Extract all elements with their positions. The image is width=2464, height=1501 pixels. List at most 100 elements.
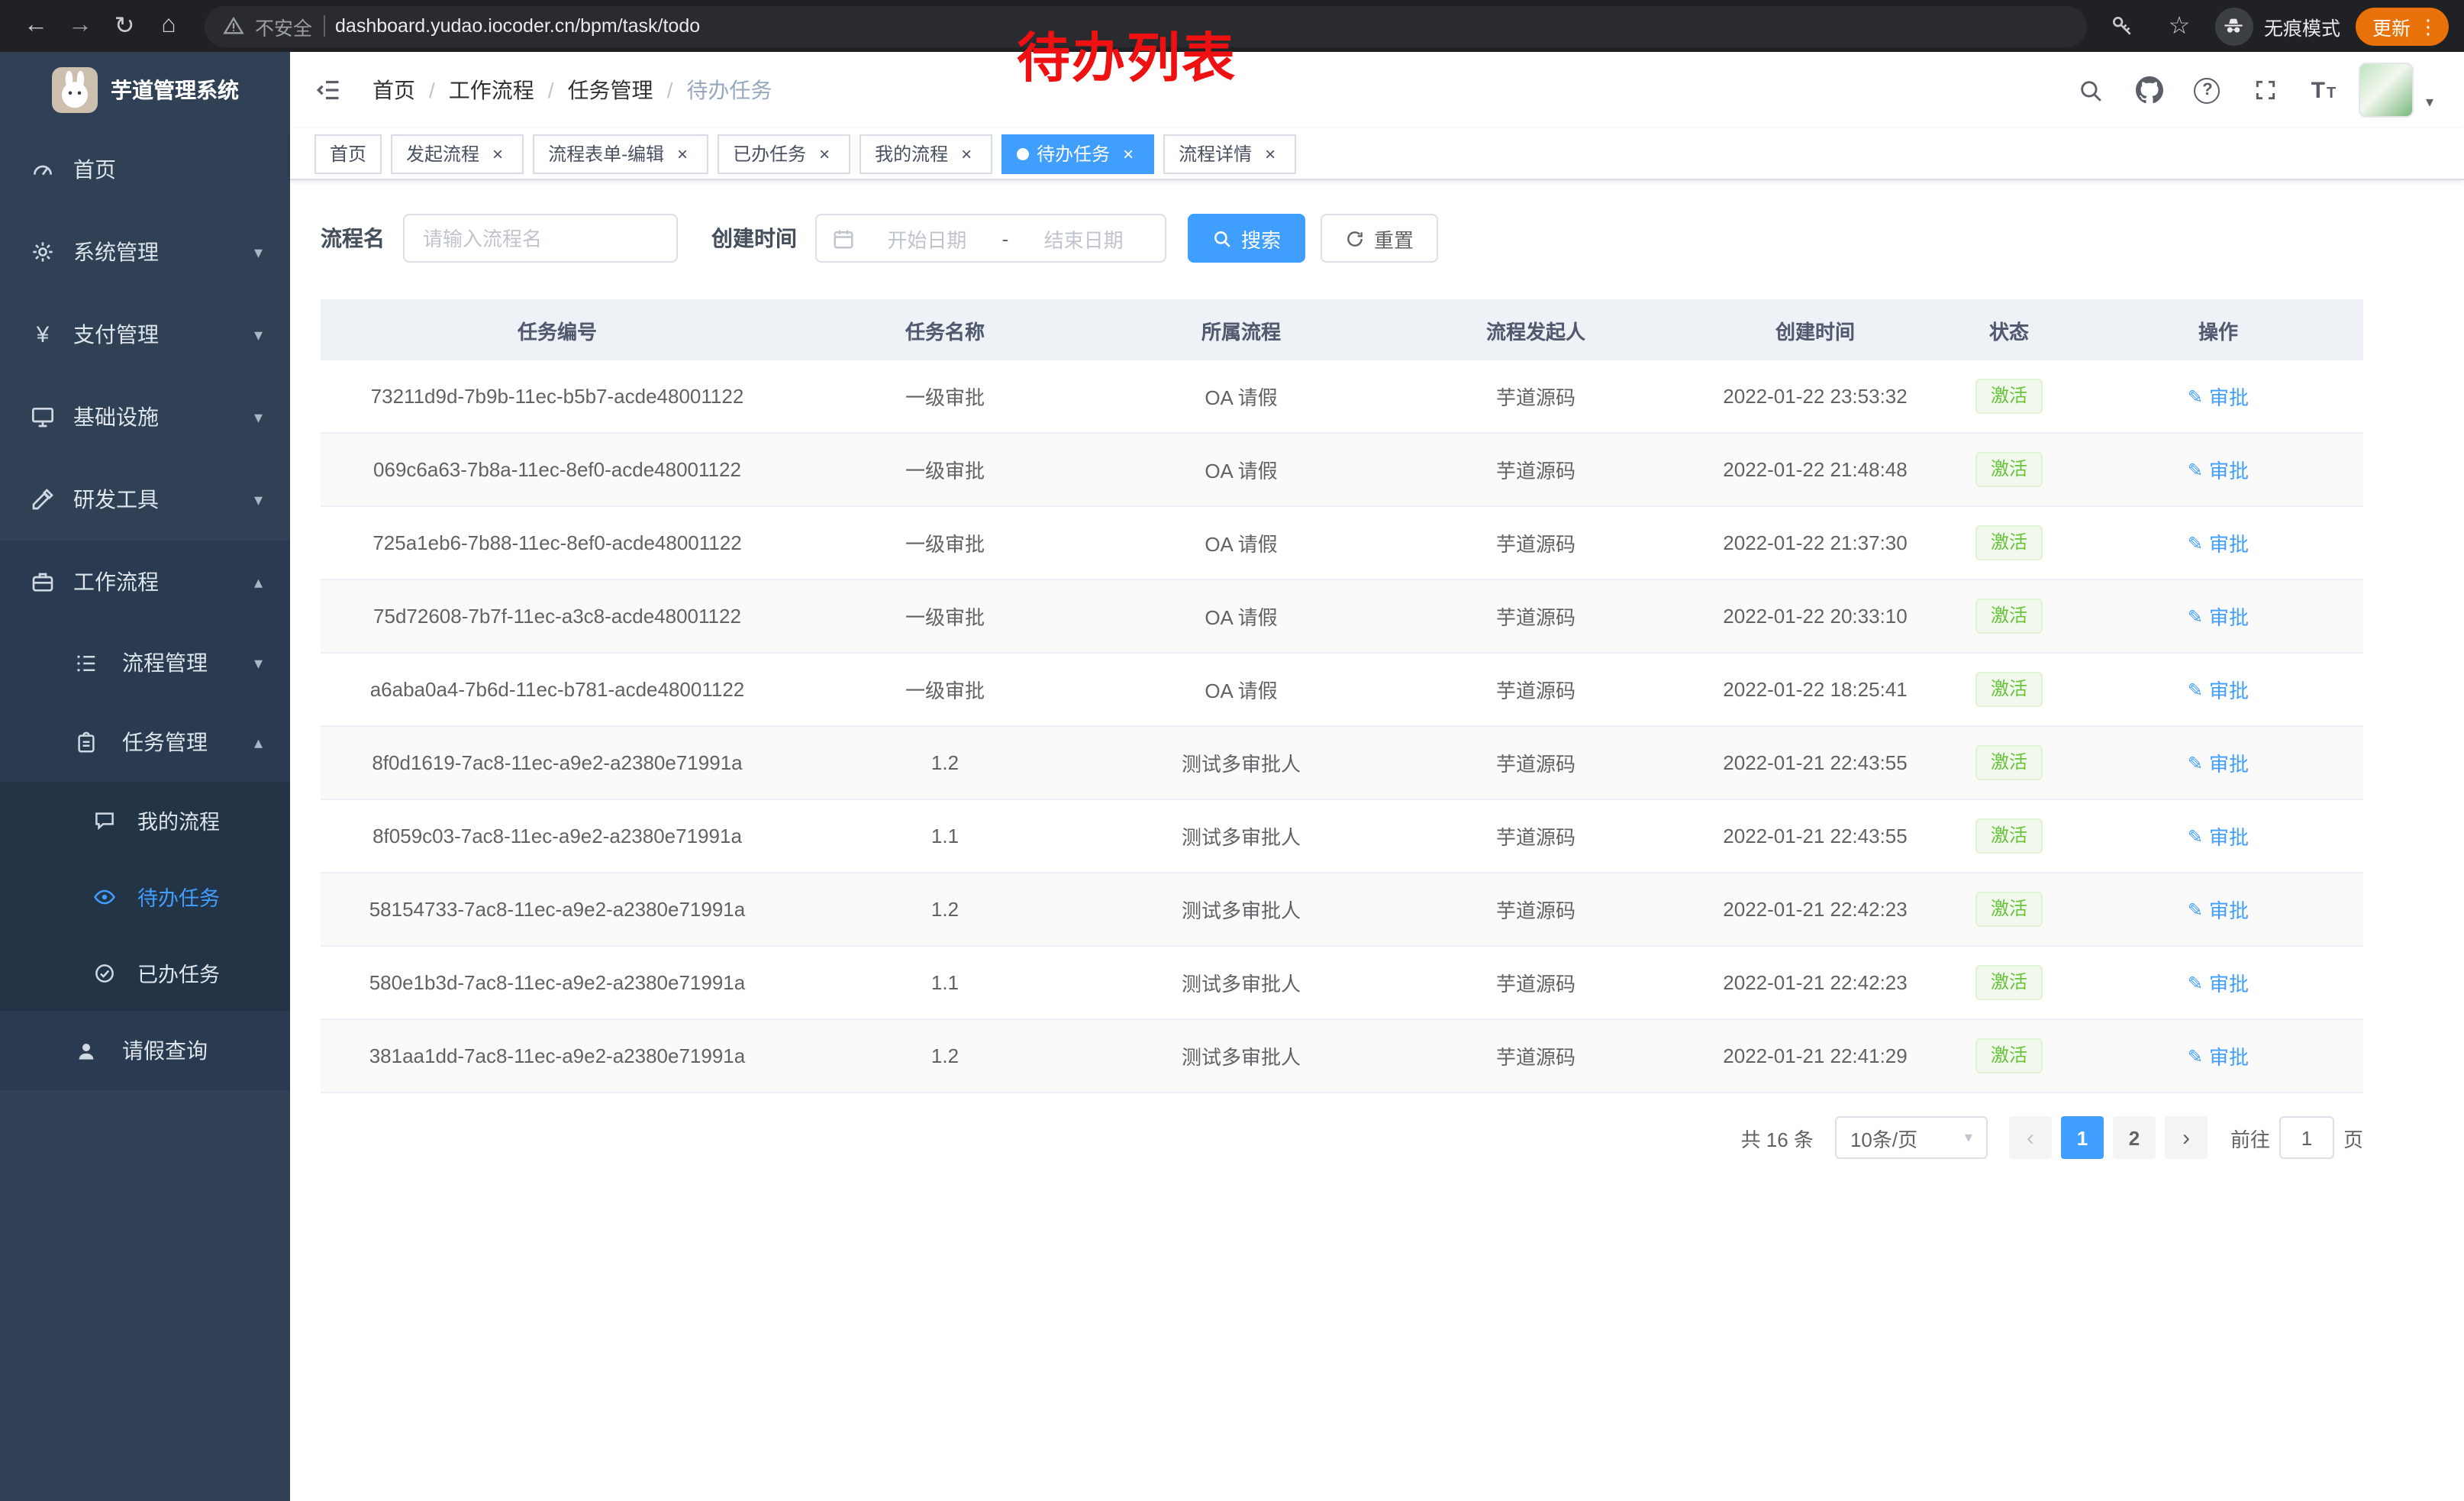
page-size-select[interactable]: 10条/页 ▾: [1835, 1116, 1988, 1159]
breadcrumb-workflow[interactable]: 工作流程: [449, 75, 534, 105]
approve-link[interactable]: ✎审批: [2188, 968, 2249, 997]
forward-button[interactable]: →: [60, 5, 101, 47]
app-header: 首页 / 工作流程 / 任务管理 / 待办任务 ?: [290, 52, 2464, 128]
end-date-placeholder: 结束日期: [1018, 224, 1150, 253]
approve-link[interactable]: ✎审批: [2188, 455, 2249, 484]
tab-label: 流程表单-编辑: [548, 140, 664, 166]
tab-my-process[interactable]: 我的流程 ×: [859, 134, 992, 173]
approve-link[interactable]: ✎审批: [2188, 748, 2249, 777]
sidebar-item-infra[interactable]: 基础设施 ▾: [0, 376, 290, 458]
password-key-button[interactable]: [2102, 5, 2143, 47]
cell-process: OA 请假: [1096, 455, 1386, 484]
close-icon[interactable]: ×: [672, 143, 693, 164]
sidebar-item-leave-query[interactable]: 请假查询: [0, 1011, 290, 1090]
cell-create-time: 2022-01-22 23:53:32: [1685, 385, 1945, 408]
breadcrumb-separator: /: [548, 78, 554, 102]
close-icon[interactable]: ×: [814, 143, 835, 164]
home-icon: ⌂: [161, 12, 176, 40]
approve-link[interactable]: ✎审批: [2188, 895, 2249, 924]
home-button[interactable]: ⌂: [148, 5, 189, 47]
chevron-down-icon: ▾: [254, 489, 263, 509]
tab-todo-tasks[interactable]: 待办任务 ×: [1001, 134, 1154, 173]
fullscreen-icon: [2253, 78, 2278, 102]
tab-done-tasks[interactable]: 已办任务 ×: [718, 134, 850, 173]
cell-create-time: 2022-01-22 21:48:48: [1685, 458, 1945, 481]
calendar-icon: [832, 227, 855, 250]
prev-page-button[interactable]: ‹: [2009, 1116, 2052, 1159]
chevron-down-icon: ▾: [254, 324, 263, 344]
goto-page-input[interactable]: [2279, 1116, 2334, 1159]
browser-toolbar: ← → ↻ ⌂ 不安全 dashboard.yudao.iocoder.cn/b…: [0, 0, 2464, 52]
filter-form: 流程名 创建时间 开始日期 - 结束日期: [321, 214, 2363, 263]
next-page-button[interactable]: ›: [2165, 1116, 2208, 1159]
approve-link[interactable]: ✎审批: [2188, 1041, 2249, 1070]
approve-link[interactable]: ✎审批: [2188, 382, 2249, 411]
sidebar-item-home[interactable]: 首页: [0, 128, 290, 211]
tags-bar: 首页 发起流程 × 流程表单-编辑 × 已办任务 × 我的流程 ×: [290, 128, 2464, 180]
sidebar-item-system[interactable]: 系统管理 ▾: [0, 211, 290, 293]
sidebar-item-done-tasks[interactable]: 已办任务: [0, 934, 290, 1011]
close-icon[interactable]: ×: [956, 143, 977, 164]
sidebar-item-devtools[interactable]: 研发工具 ▾: [0, 458, 290, 541]
user-avatar[interactable]: [2359, 63, 2414, 118]
close-icon[interactable]: ×: [1259, 143, 1281, 164]
workflow-group: 工作流程 ▴ 流程管理 ▾ 任务管理 ▴: [0, 541, 290, 1090]
sidebar-item-payment[interactable]: ¥ 支付管理 ▾: [0, 293, 290, 376]
reset-button[interactable]: 重置: [1321, 214, 1438, 263]
date-range-picker[interactable]: 开始日期 - 结束日期: [815, 214, 1166, 263]
column-status: 状态: [1945, 315, 2073, 344]
tab-form-edit[interactable]: 流程表单-编辑 ×: [533, 134, 708, 173]
font-size-button[interactable]: TT: [2301, 67, 2346, 113]
process-name-input[interactable]: [403, 214, 678, 263]
breadcrumb-task-mgmt[interactable]: 任务管理: [568, 75, 653, 105]
reload-button[interactable]: ↻: [104, 5, 145, 47]
table-row: 381aa1dd-7ac8-11ec-a9e2-a2380e71991a 1.2…: [321, 1020, 2363, 1093]
address-bar[interactable]: 不安全 dashboard.yudao.iocoder.cn/bpm/task/…: [205, 5, 2087, 47]
update-button[interactable]: 更新 ⋮: [2356, 7, 2449, 45]
search-button[interactable]: 搜索: [1188, 214, 1305, 263]
tab-label: 发起流程: [406, 140, 479, 166]
range-separator: -: [999, 227, 1012, 250]
github-button[interactable]: [2127, 67, 2172, 113]
column-task-name: 任务名称: [794, 315, 1096, 344]
sidebar-item-my-process[interactable]: 我的流程: [0, 782, 290, 858]
header-actions: ? TT ▾: [2069, 63, 2464, 118]
cell-task-id: 069c6a63-7b8a-11ec-8ef0-acde48001122: [321, 458, 794, 481]
breadcrumb-home[interactable]: 首页: [373, 75, 415, 105]
close-icon[interactable]: ×: [487, 143, 508, 164]
font-size-icon: TT: [2311, 79, 2337, 102]
tab-process-detail[interactable]: 流程详情 ×: [1163, 134, 1296, 173]
cell-process: OA 请假: [1096, 528, 1386, 557]
tab-start-process[interactable]: 发起流程 ×: [391, 134, 524, 173]
page-button-1[interactable]: 1: [2061, 1116, 2104, 1159]
cell-task-id: 381aa1dd-7ac8-11ec-a9e2-a2380e71991a: [321, 1044, 794, 1067]
approve-link[interactable]: ✎审批: [2188, 528, 2249, 557]
collapse-sidebar-button[interactable]: [290, 52, 366, 128]
sidebar-item-todo-tasks[interactable]: 待办任务: [0, 858, 290, 934]
sidebar-item-label: 请假查询: [122, 1035, 263, 1066]
header-search-button[interactable]: [2069, 67, 2114, 113]
cell-process: OA 请假: [1096, 675, 1386, 704]
sidebar-item-process-mgmt[interactable]: 流程管理 ▾: [0, 623, 290, 702]
back-button[interactable]: ←: [15, 5, 56, 47]
page-button-2[interactable]: 2: [2113, 1116, 2156, 1159]
breadcrumb-current: 待办任务: [686, 75, 772, 105]
breadcrumb: 首页 / 工作流程 / 任务管理 / 待办任务: [373, 75, 772, 105]
sidebar-item-label: 任务管理: [122, 727, 245, 757]
edit-icon: ✎: [2188, 754, 2203, 772]
help-button[interactable]: ?: [2185, 67, 2230, 113]
approve-link[interactable]: ✎审批: [2188, 822, 2249, 851]
app-title: 芋道管理系统: [111, 75, 239, 105]
bookmark-star-button[interactable]: ☆: [2159, 5, 2200, 47]
cell-task-id: a6aba0a4-7b6d-11ec-b781-acde48001122: [321, 678, 794, 701]
fullscreen-button[interactable]: [2243, 67, 2288, 113]
tab-home[interactable]: 首页: [314, 134, 382, 173]
approve-link[interactable]: ✎审批: [2188, 675, 2249, 704]
sidebar-item-task-mgmt[interactable]: 任务管理 ▴: [0, 702, 290, 782]
approve-link[interactable]: ✎审批: [2188, 602, 2249, 631]
cell-initiator: 芋道源码: [1386, 895, 1685, 924]
cell-task-id: 73211d9d-7b9b-11ec-b5b7-acde48001122: [321, 385, 794, 408]
close-icon[interactable]: ×: [1118, 143, 1139, 164]
sidebar-item-workflow[interactable]: 工作流程 ▴: [0, 541, 290, 623]
app-logo[interactable]: 芋道管理系统: [0, 52, 290, 128]
